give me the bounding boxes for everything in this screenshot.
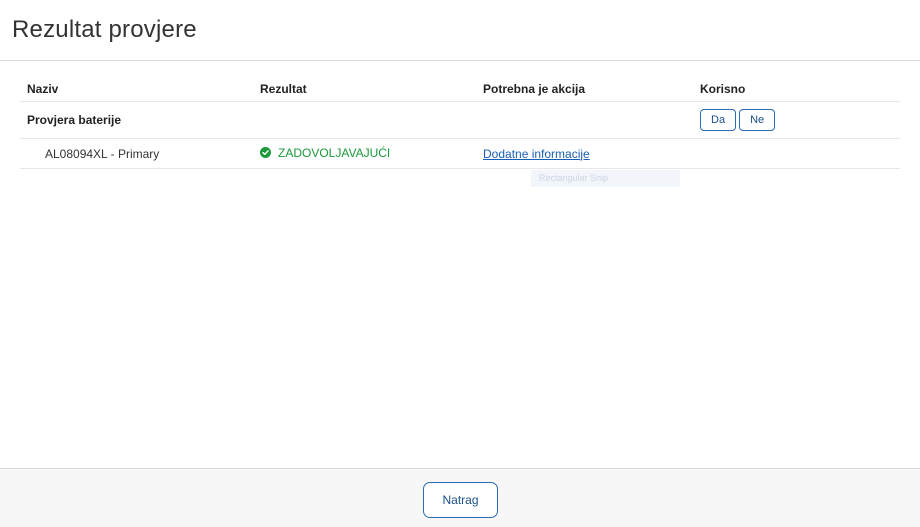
- table-row: AL08094XL - Primary ZADOVOLJAVAJUĆI Doda…: [20, 138, 900, 169]
- item-useful-cell: [693, 138, 900, 169]
- column-header-action: Potrebna je akcija: [476, 76, 693, 102]
- column-header-name: Naziv: [20, 76, 253, 102]
- back-button[interactable]: Natrag: [423, 482, 498, 518]
- snip-tooltip-text: Rectangular Snip: [539, 173, 609, 183]
- action-cell: Dodatne informacije: [476, 138, 693, 169]
- results-table: Naziv Rezultat Potrebna je akcija Korisn…: [20, 76, 900, 169]
- status-badge: ZADOVOLJAVAJUĆI: [260, 146, 390, 160]
- page-title: Rezultat provjere: [12, 16, 197, 43]
- feedback-cell: Da Ne: [693, 101, 900, 139]
- page-header: Rezultat provjere: [0, 0, 920, 61]
- feedback-yes-button[interactable]: Da: [700, 109, 737, 131]
- result-page: Rezultat provjere Naziv Rezultat Potrebn…: [0, 0, 920, 527]
- result-cell: ZADOVOLJAVAJUĆI: [253, 138, 476, 169]
- status-text: ZADOVOLJAVAJUĆI: [278, 145, 391, 160]
- group-result-cell: [253, 101, 476, 139]
- group-action-cell: [476, 101, 693, 139]
- snip-tooltip-ghost: Rectangular Snip: [531, 170, 680, 187]
- group-label: Provjera baterije: [20, 101, 253, 139]
- more-info-link[interactable]: Dodatne informacije: [483, 147, 590, 161]
- table-group-row: Provjera baterije Da Ne: [20, 101, 900, 139]
- column-header-result: Rezultat: [253, 76, 476, 102]
- feedback-no-button[interactable]: Ne: [739, 109, 776, 131]
- page-footer: Natrag: [0, 468, 920, 527]
- column-header-useful: Korisno: [693, 76, 900, 102]
- item-name: AL08094XL - Primary: [20, 138, 253, 169]
- table-header-row: Naziv Rezultat Potrebna je akcija Korisn…: [20, 76, 900, 102]
- check-circle-icon: [260, 147, 271, 159]
